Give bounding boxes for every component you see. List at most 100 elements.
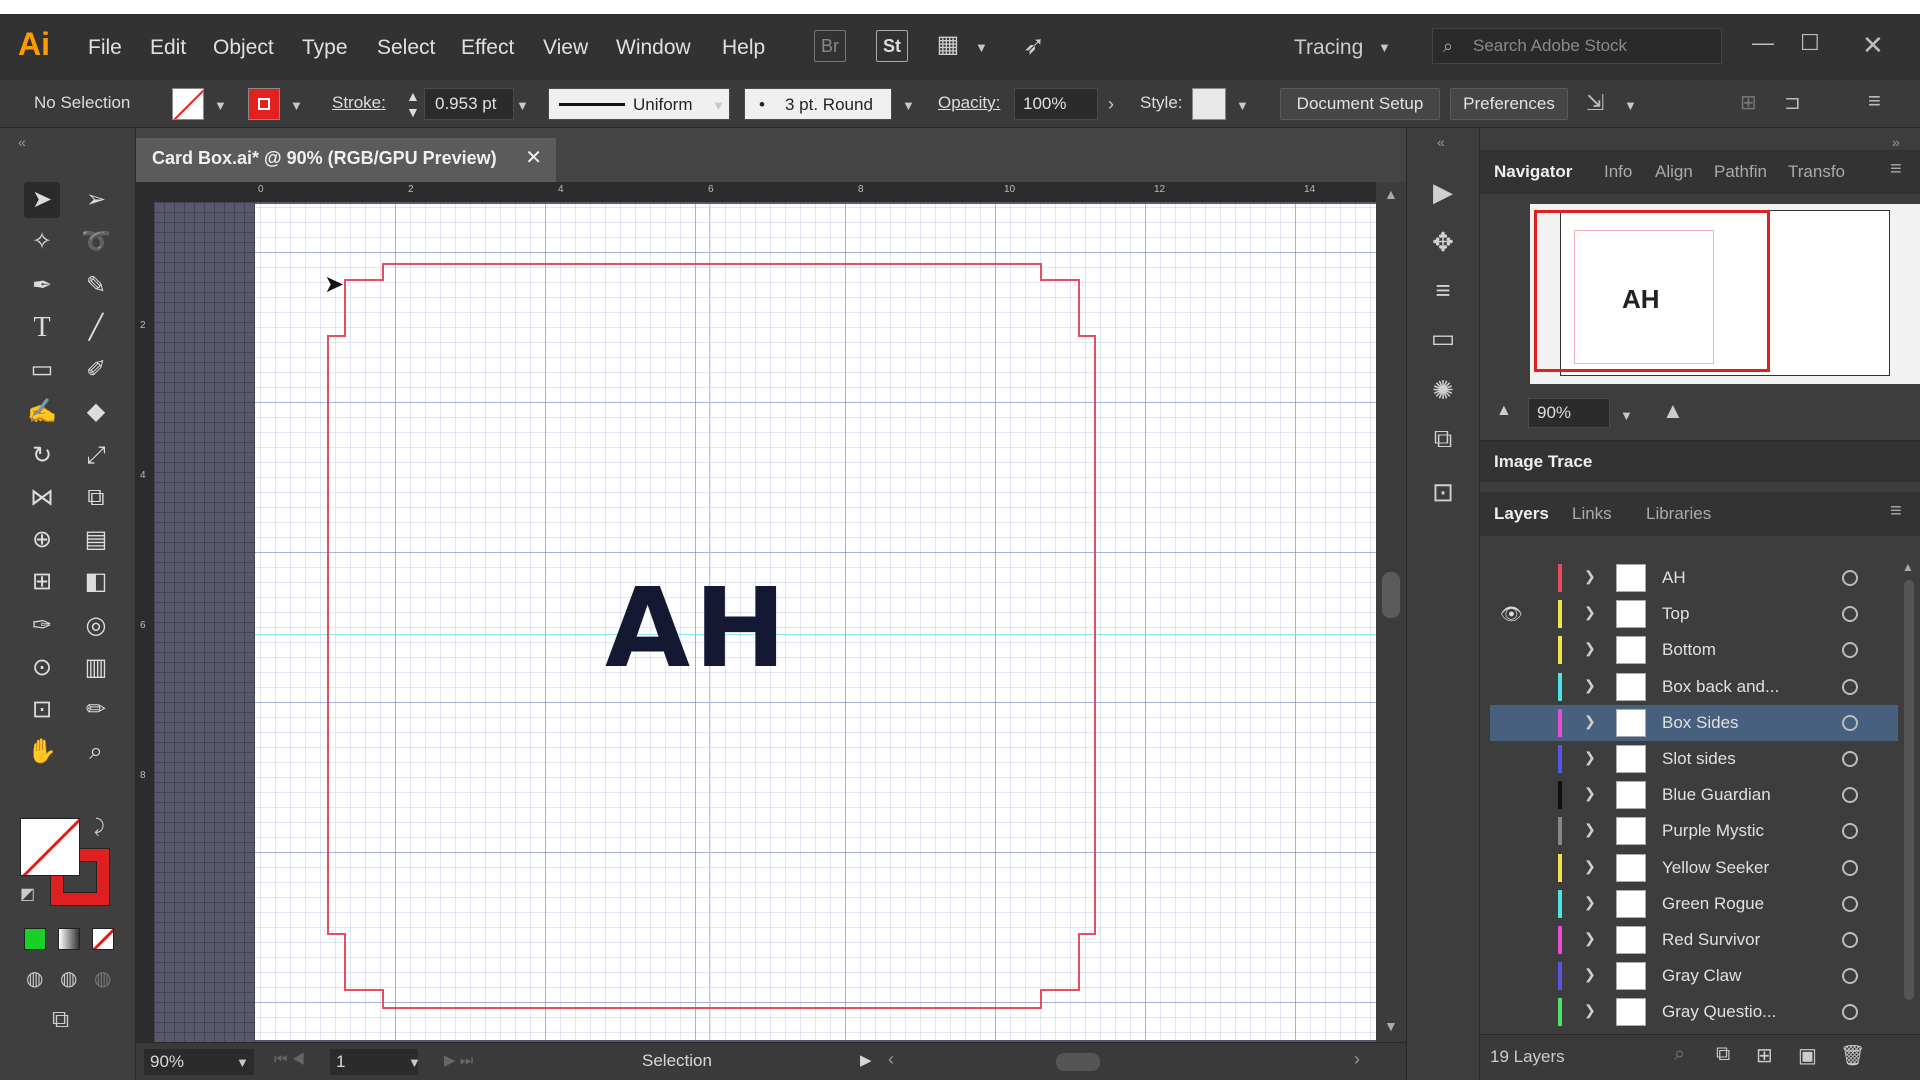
stock-button[interactable]: St [876, 30, 908, 62]
create-new-layer-icon[interactable]: ▣ [1798, 1043, 1817, 1068]
expand-arrow-icon[interactable]: ❯ [1584, 604, 1596, 621]
zoom-in-icon[interactable]: ▲ [1662, 398, 1684, 424]
layer-target-icon[interactable] [1842, 678, 1858, 695]
layer-row[interactable]: ❯ Box Sides [1490, 704, 1898, 741]
tab-pathfinder[interactable]: Pathfin [1714, 162, 1767, 182]
lasso-tool-icon[interactable]: ➰ [78, 224, 114, 260]
expand-arrow-icon[interactable]: ❯ [1584, 785, 1596, 802]
eraser-tool-icon[interactable]: ◆ [78, 394, 114, 430]
none-mode-icon[interactable] [92, 928, 114, 950]
collapse-icon[interactable]: « [1437, 134, 1445, 150]
chevron-down-icon[interactable]: ▼ [712, 98, 725, 113]
close-icon[interactable]: ✕ [525, 138, 542, 178]
chevron-down-icon[interactable]: ▼ [1378, 40, 1391, 55]
chevron-down-icon[interactable]: ▼ [290, 98, 303, 113]
gradient-tool-icon[interactable]: ◧ [78, 564, 114, 600]
minimize-icon[interactable]: — [1752, 30, 1774, 56]
layer-name[interactable]: Green Rogue [1662, 894, 1764, 914]
graphic-style-swatch[interactable] [1192, 88, 1226, 120]
draw-normal-icon[interactable]: ◍ [26, 966, 43, 991]
artboard[interactable]: AH [255, 204, 1376, 1040]
layer-target-icon[interactable] [1842, 932, 1858, 948]
menu-help[interactable]: Help [722, 36, 765, 60]
stroke-panel-icon[interactable]: ≡ [1425, 272, 1461, 308]
color-mode-icon[interactable] [24, 928, 46, 950]
swap-colors-icon[interactable]: ⤸ [94, 816, 105, 837]
puppet-warp-icon[interactable]: ✥ [1425, 224, 1461, 260]
arrange-documents-icon[interactable]: ▦ [932, 30, 964, 62]
blend-tool-icon[interactable]: ◎ [78, 608, 114, 644]
tab-align[interactable]: Align [1655, 162, 1693, 182]
arrange-icon[interactable]: ⇲ [1586, 90, 1604, 116]
first-artboard-icon[interactable]: ⏮ ◀ [274, 1051, 305, 1068]
layer-row[interactable]: ❯ Purple Mystic [1490, 813, 1898, 849]
layer-name[interactable]: Blue Guardian [1662, 785, 1771, 805]
draw-inside-icon[interactable]: ◍ [94, 966, 111, 991]
menu-select[interactable]: Select [377, 36, 435, 60]
selection-tool-icon[interactable]: ➤ [24, 182, 60, 218]
layer-target-icon[interactable] [1842, 570, 1858, 586]
menu-view[interactable]: View [543, 36, 588, 60]
perspective-grid-tool-icon[interactable]: ▤ [78, 522, 114, 558]
navigator-preview[interactable]: AH [1530, 204, 1920, 384]
menu-window[interactable]: Window [616, 36, 691, 60]
layer-row[interactable]: ❯ Gray Questio... [1490, 994, 1898, 1030]
layer-name[interactable]: AH [1662, 568, 1686, 588]
scroll-thumb[interactable] [1904, 580, 1914, 1000]
layer-name[interactable]: Box back and... [1662, 677, 1779, 697]
chevron-down-icon[interactable]: ▼ [236, 1055, 249, 1070]
layer-row[interactable]: ❯ Gray Claw [1490, 958, 1898, 994]
chevron-down-icon[interactable]: ▼ [214, 98, 227, 113]
chevron-down-icon[interactable]: ▼ [1236, 98, 1249, 113]
line-tool-icon[interactable]: ╱ [78, 310, 114, 346]
layer-target-icon[interactable] [1842, 714, 1858, 731]
layer-target-icon[interactable] [1842, 859, 1858, 876]
chevron-down-icon[interactable]: ▼ [1624, 98, 1637, 113]
tab-transform[interactable]: Transfo [1788, 162, 1845, 182]
magic-wand-tool-icon[interactable]: ✧ [24, 224, 60, 260]
column-graph-tool-icon[interactable]: ▥ [78, 650, 114, 686]
free-transform-tool-icon[interactable]: ⧉ [78, 480, 114, 516]
export-icon[interactable]: ⊡ [1425, 474, 1461, 510]
layer-name[interactable]: Gray Claw [1662, 966, 1741, 986]
scroll-up-icon[interactable]: ▲ [1384, 186, 1398, 202]
close-icon[interactable]: ✕ [1862, 30, 1884, 61]
appearance-icon[interactable]: ✺ [1425, 372, 1461, 408]
expand-arrow-icon[interactable]: ❯ [1584, 749, 1596, 766]
shaper-tool-icon[interactable]: ✍ [24, 394, 60, 430]
slice-tool-icon[interactable]: ✏ [78, 692, 114, 728]
layer-target-icon[interactable] [1842, 968, 1858, 985]
menu-file[interactable]: File [88, 36, 122, 60]
chevron-down-icon[interactable]: ▼ [1620, 408, 1633, 423]
fill-color-box[interactable] [20, 818, 80, 876]
navigator-view-box[interactable] [1534, 210, 1770, 372]
scale-tool-icon[interactable]: ⤢ [78, 438, 114, 474]
type-tool-icon[interactable]: T [24, 310, 60, 346]
menu-object[interactable]: Object [213, 36, 274, 60]
tab-libraries[interactable]: Libraries [1646, 504, 1711, 524]
layer-target-icon[interactable] [1842, 895, 1858, 912]
expand-arrow-icon[interactable]: ❯ [1584, 568, 1596, 585]
rotate-tool-icon[interactable]: ↻ [24, 438, 60, 474]
panel-menu-icon[interactable]: ≡ [1868, 88, 1881, 114]
draw-behind-icon[interactable]: ◍ [60, 966, 77, 991]
gpu-performance-icon[interactable]: ➶ [1018, 30, 1050, 62]
layer-target-icon[interactable] [1842, 642, 1858, 659]
layer-name[interactable]: Yellow Seeker [1662, 858, 1769, 878]
layer-target-icon[interactable] [1842, 751, 1858, 767]
layer-target-icon[interactable] [1842, 787, 1858, 804]
screen-mode-icon[interactable]: ⧉ [52, 1006, 69, 1034]
actions-play-icon[interactable]: ▶ [1425, 174, 1461, 210]
delete-layer-icon[interactable]: 🗑 [1840, 1043, 1865, 1068]
expand-arrow-icon[interactable]: ❯ [1584, 713, 1596, 730]
transform-icon[interactable]: ⊐ [1784, 90, 1801, 115]
layer-row[interactable]: 👁 ❯ Top [1490, 596, 1898, 632]
artboard-tool-icon[interactable]: ⊡ [24, 692, 60, 728]
stroke-weight-input[interactable]: 0.953 pt [424, 88, 514, 120]
layer-name[interactable]: Red Survivor [1662, 930, 1760, 950]
scroll-up-icon[interactable]: ▲ [1902, 560, 1914, 574]
tab-layers[interactable]: Layers [1494, 504, 1549, 524]
opacity-label[interactable]: Opacity: [938, 93, 1000, 113]
menu-edit[interactable]: Edit [150, 36, 186, 60]
expand-icon[interactable]: » [1892, 134, 1900, 150]
